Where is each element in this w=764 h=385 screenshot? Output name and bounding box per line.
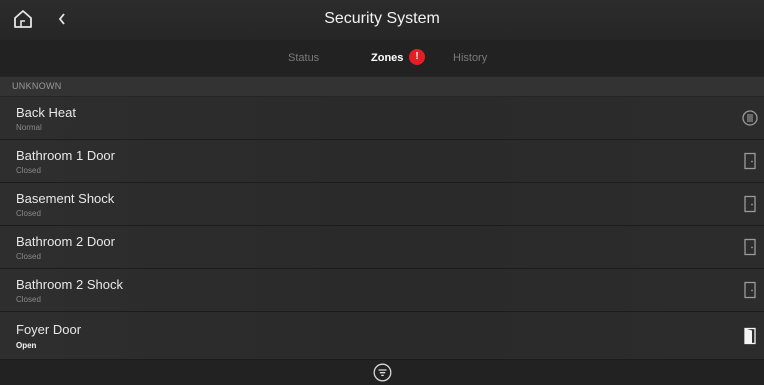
heat-sensor-icon [742, 110, 758, 126]
zone-name: Back Heat [16, 105, 76, 120]
security-system-app: Security System Status Zones History ! U… [0, 0, 764, 385]
zone-row-bathroom-2-door[interactable]: Bathroom 2 Door Closed [0, 226, 764, 269]
tab-history[interactable]: History [453, 52, 487, 64]
zone-name: Foyer Door [16, 322, 82, 337]
zone-name: Basement Shock [16, 191, 115, 206]
zone-name: Bathroom 2 Shock [16, 277, 123, 292]
zone-status: Closed [16, 166, 41, 175]
header-bar: Security System [0, 0, 764, 40]
door-closed-icon [744, 238, 756, 256]
zone-status: Open [16, 341, 37, 350]
tab-status[interactable]: Status [288, 52, 319, 64]
zone-status: Closed [16, 252, 41, 261]
door-closed-icon [744, 281, 756, 299]
zone-row-basement-shock[interactable]: Basement Shock Closed [0, 183, 764, 226]
zone-status: Normal [16, 123, 42, 132]
filter-icon[interactable] [373, 363, 392, 382]
zone-name: Bathroom 2 Door [16, 234, 115, 249]
tab-zones[interactable]: Zones [371, 52, 403, 64]
zone-row-back-heat[interactable]: Back Heat Normal [0, 97, 764, 140]
section-header: UNKNOWN [0, 77, 764, 96]
zone-row-bathroom-2-shock[interactable]: Bathroom 2 Shock Closed [0, 269, 764, 312]
page-title: Security System [324, 10, 440, 27]
zone-status: Closed [16, 295, 41, 304]
footer-bar [0, 360, 764, 385]
zone-name: Bathroom 1 Door [16, 148, 115, 163]
tab-bar: Status Zones History [0, 40, 764, 76]
zones-alert-badge: ! [409, 49, 425, 65]
door-open-icon [744, 327, 756, 345]
zone-row-foyer-door[interactable]: Foyer Door Open [0, 312, 764, 360]
zone-status: Closed [16, 209, 41, 218]
section-label: UNKNOWN [12, 81, 62, 91]
door-closed-icon [744, 152, 756, 170]
door-closed-icon [744, 195, 756, 213]
zone-row-bathroom-1-door[interactable]: Bathroom 1 Door Closed [0, 140, 764, 183]
